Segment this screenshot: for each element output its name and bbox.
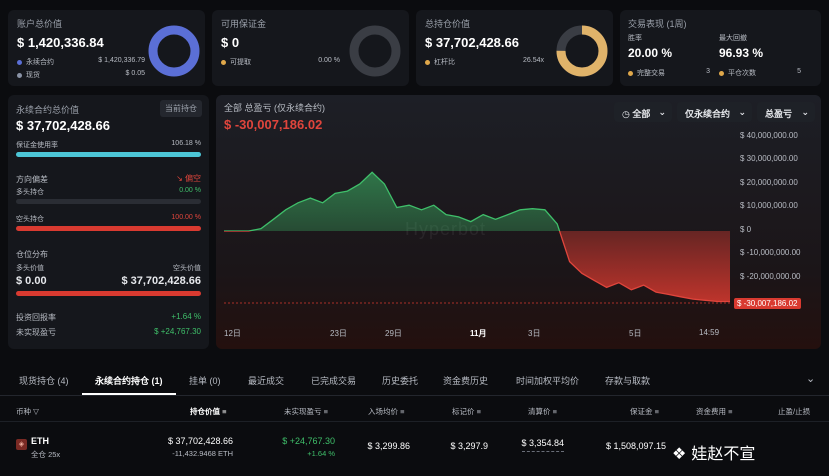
coin-symbol[interactable]: ETH: [31, 436, 49, 446]
col-margin-label: 保证金: [630, 407, 653, 416]
eth-coin-icon: ◈: [16, 439, 27, 450]
col-margin[interactable]: 保证金 ≡: [630, 406, 659, 417]
tab-divider: [0, 395, 829, 396]
tab-3[interactable]: 最近成交: [248, 374, 284, 387]
row-margin: $ 1,508,097.15: [605, 441, 666, 451]
x-tick-label: 11月: [470, 329, 487, 338]
col-entry-price[interactable]: 入场均价 ≡: [368, 406, 404, 417]
col-mark-price[interactable]: 标记价 ≡: [452, 406, 481, 417]
tab-1[interactable]: 永续合约持仓 (1): [95, 374, 163, 387]
y-tick-label: $ 20,000,000.00: [740, 178, 798, 187]
x-tick-label: 14:59: [699, 328, 720, 337]
col-coin[interactable]: 币种 ▽: [16, 406, 39, 417]
sort-icon: ≡: [654, 407, 659, 416]
row-liq-price: $ 3,354.84: [521, 438, 564, 448]
row-position-value: $ 37,702,428.66: [167, 436, 233, 446]
row-size: -11,432.9468 ETH: [172, 449, 233, 458]
row-upnl-pct: +1.64 %: [307, 449, 335, 458]
col-entry-label: 入场均价: [368, 407, 398, 416]
pnl-negative-area: [224, 231, 730, 302]
row-entry-price: $ 3,299.86: [367, 441, 410, 451]
author-watermark: ❖ 娃赵不宣: [672, 440, 755, 464]
col-upnl-label: 未实现盈亏: [284, 407, 322, 416]
col-tp-sl: 止盈/止损: [778, 407, 811, 416]
x-tick-label: 5日: [629, 329, 642, 338]
row-mark-price: $ 3,297.9: [450, 441, 488, 451]
col-position-value[interactable]: 持仓价值 ≡: [190, 406, 226, 417]
x-tick-label: 3日: [528, 329, 541, 338]
current-value-tag: $ -30,007,186.02: [734, 298, 801, 309]
pnl-chart: [224, 171, 730, 304]
row-upnl: $ +24,767.30: [282, 436, 335, 446]
y-tick-label: $ 10,000,000.00: [740, 201, 798, 210]
sort-icon: ≡: [222, 407, 227, 416]
y-tick-label: $ 0: [740, 225, 752, 234]
tab-2[interactable]: 挂单 (0): [189, 374, 221, 387]
sort-icon: ≡: [476, 407, 481, 416]
col-liq-label: 清算价: [528, 407, 551, 416]
collapse-chevron-icon[interactable]: ⌄: [806, 372, 815, 385]
sort-icon: ≡: [728, 407, 733, 416]
tab-6[interactable]: 资金费历史: [443, 374, 488, 387]
col-funding-label: 资金费用: [696, 407, 726, 416]
x-tick-label: 29日: [385, 329, 402, 338]
weibo-logo-icon: ❖: [672, 446, 687, 463]
y-tick-label: $ 30,000,000.00: [740, 154, 798, 163]
margin-mode: 全仓 25x: [31, 450, 61, 459]
col-liq-price[interactable]: 清算价 ≡: [528, 406, 557, 417]
tab-7[interactable]: 时间加权平均价: [516, 374, 579, 387]
y-tick-label: $ -10,000,000.00: [740, 248, 801, 257]
x-tick-label: 12日: [224, 329, 241, 338]
tab-4[interactable]: 已完成交易: [311, 374, 356, 387]
y-tick-label: $ -20,000,000.00: [740, 272, 801, 281]
col-position-value-label: 持仓价值: [190, 407, 220, 416]
filter-icon[interactable]: ▽: [33, 407, 39, 416]
y-tick-label: $ 40,000,000.00: [740, 131, 798, 140]
tab-5[interactable]: 历史委托: [382, 374, 418, 387]
col-mark-label: 标记价: [452, 407, 475, 416]
author-watermark-text: 娃赵不宣: [691, 446, 756, 463]
liq-underline: [522, 451, 564, 452]
sort-icon: ≡: [552, 407, 557, 416]
tab-0[interactable]: 现货持仓 (4): [19, 374, 69, 387]
col-coin-label: 币种: [16, 407, 31, 416]
tab-8[interactable]: 存款与取款: [605, 374, 650, 387]
col-funding[interactable]: 资金费用 ≡: [696, 406, 732, 417]
pnl-series: [224, 171, 730, 303]
x-tick-label: 23日: [330, 329, 347, 338]
sort-icon: ≡: [400, 407, 405, 416]
col-unrealized-pnl[interactable]: 未实现盈亏 ≡: [284, 406, 328, 417]
sort-icon: ≡: [323, 407, 328, 416]
